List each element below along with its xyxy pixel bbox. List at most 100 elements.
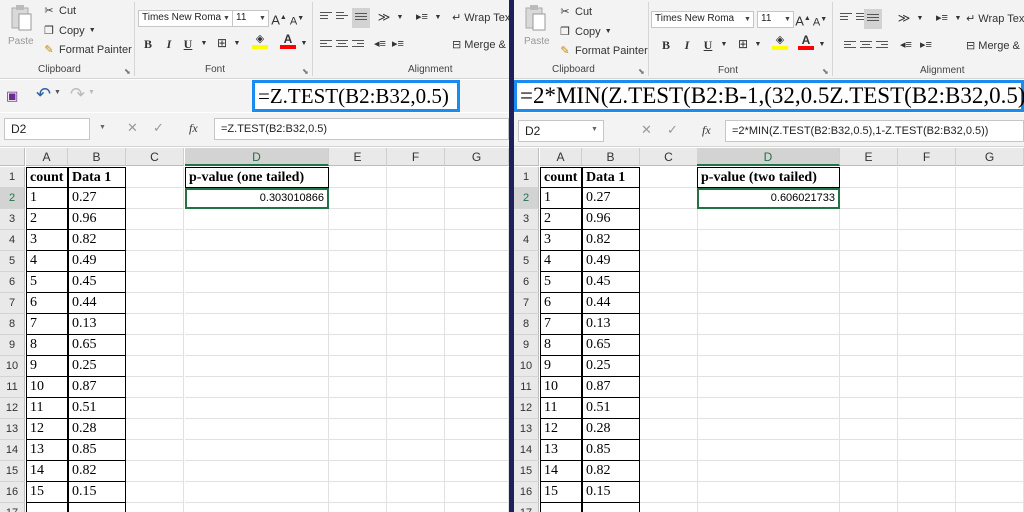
data-cell[interactable]: 0.28 <box>582 419 640 440</box>
data-cell[interactable]: 0.96 <box>68 209 126 230</box>
insert-function-icon[interactable]: fx <box>702 123 711 138</box>
table-cell[interactable] <box>126 335 184 356</box>
table-cell[interactable] <box>840 272 898 293</box>
table-cell[interactable] <box>956 293 1024 314</box>
table-cell[interactable] <box>126 314 184 335</box>
row-header[interactable]: 9 <box>514 335 539 356</box>
align-left-icon[interactable] <box>844 41 856 51</box>
table-cell[interactable] <box>697 377 840 398</box>
table-cell[interactable] <box>387 503 445 512</box>
align-bottom-icon[interactable] <box>864 9 882 29</box>
row-header[interactable]: 7 <box>0 293 25 314</box>
table-cell[interactable] <box>640 419 698 440</box>
save-icon[interactable]: ▣ <box>6 88 18 104</box>
result-cell[interactable]: 0.606021733 <box>697 188 840 209</box>
row-header[interactable]: 4 <box>514 230 539 251</box>
underline-button[interactable]: U <box>700 37 716 53</box>
column-header[interactable]: E <box>329 148 387 166</box>
table-cell[interactable] <box>840 251 898 272</box>
table-cell[interactable] <box>840 356 898 377</box>
column-header[interactable]: B <box>68 148 126 166</box>
row-header[interactable]: 14 <box>514 440 539 461</box>
table-cell[interactable] <box>697 356 840 377</box>
table-cell[interactable] <box>185 356 329 377</box>
table-cell[interactable] <box>185 251 329 272</box>
table-cell[interactable] <box>387 377 445 398</box>
data-cell[interactable]: 0.28 <box>68 419 126 440</box>
table-cell[interactable] <box>840 398 898 419</box>
count-cell[interactable]: 2 <box>540 209 582 230</box>
table-cell[interactable] <box>697 251 840 272</box>
merge-center-button[interactable]: ⊟ Merge & <box>966 39 1020 52</box>
table-cell[interactable] <box>185 398 329 419</box>
table-cell[interactable] <box>840 482 898 503</box>
formula-input[interactable]: =Z.TEST(B2:B32,0.5) <box>214 118 509 140</box>
increase-indent-icon[interactable]: ▸≡ <box>918 37 934 53</box>
table-cell[interactable] <box>898 503 956 512</box>
table-cell[interactable] <box>898 419 956 440</box>
table-cell[interactable] <box>126 398 184 419</box>
table-cell[interactable] <box>445 209 509 230</box>
table-cell[interactable] <box>445 272 509 293</box>
chevron-down-icon[interactable]: ▼ <box>392 10 408 26</box>
table-cell[interactable] <box>329 398 387 419</box>
table-cell[interactable] <box>840 209 898 230</box>
indent-icon[interactable]: ▸≡ <box>414 9 430 25</box>
align-top-icon[interactable] <box>840 13 852 23</box>
data-cell[interactable]: 0.25 <box>68 356 126 377</box>
row-header[interactable]: 12 <box>0 398 25 419</box>
table-cell[interactable] <box>445 482 509 503</box>
table-cell[interactable] <box>126 377 184 398</box>
table-cell[interactable] <box>640 482 698 503</box>
decrease-indent-icon[interactable]: ◂≡ <box>372 36 388 52</box>
column-header[interactable]: A <box>26 148 68 166</box>
table-cell[interactable] <box>640 314 698 335</box>
count-cell[interactable]: 4 <box>26 251 68 272</box>
row-header[interactable]: 8 <box>514 314 539 335</box>
table-cell[interactable] <box>445 230 509 251</box>
indent-icon[interactable]: ▸≡ <box>934 10 950 26</box>
count-cell[interactable]: 1 <box>540 188 582 209</box>
table-cell[interactable] <box>697 230 840 251</box>
count-cell[interactable]: 9 <box>26 356 68 377</box>
paste-icon[interactable] <box>524 4 546 32</box>
data-cell[interactable]: 0.44 <box>68 293 126 314</box>
row-header[interactable]: 16 <box>0 482 25 503</box>
row-header[interactable]: 5 <box>0 251 25 272</box>
table-cell[interactable] <box>956 209 1024 230</box>
data-cell[interactable]: 0.65 <box>68 335 126 356</box>
table-cell[interactable] <box>185 335 329 356</box>
table-cell[interactable] <box>445 251 509 272</box>
paste-button[interactable]: Paste <box>8 36 34 47</box>
table-cell[interactable] <box>956 503 1024 512</box>
table-cell[interactable] <box>898 440 956 461</box>
table-cell[interactable] <box>898 482 956 503</box>
table-cell[interactable] <box>956 188 1024 209</box>
column-header[interactable]: F <box>898 148 956 166</box>
result-cell[interactable]: 0.303010866 <box>185 188 329 209</box>
table-cell[interactable] <box>956 335 1024 356</box>
table-cell[interactable] <box>329 419 387 440</box>
column-header[interactable]: D <box>697 148 840 166</box>
table-cell[interactable] <box>840 188 898 209</box>
italic-button[interactable]: I <box>161 36 177 52</box>
data-cell[interactable]: 0.44 <box>582 293 640 314</box>
table-cell[interactable] <box>387 419 445 440</box>
align-left-icon[interactable] <box>320 40 332 50</box>
bold-button[interactable]: B <box>658 37 674 53</box>
table-cell[interactable] <box>445 188 509 209</box>
table-cell[interactable] <box>640 230 698 251</box>
table-cell[interactable] <box>956 419 1024 440</box>
orientation-icon[interactable]: ≫ <box>896 10 912 26</box>
data-cell[interactable]: 0.82 <box>68 230 126 251</box>
table-cell[interactable] <box>329 251 387 272</box>
row-header[interactable]: 3 <box>0 209 25 230</box>
align-right-icon[interactable] <box>876 41 888 51</box>
table-cell[interactable] <box>640 251 698 272</box>
count-cell[interactable]: 1 <box>26 188 68 209</box>
column-header[interactable]: G <box>956 148 1024 166</box>
count-cell[interactable]: 5 <box>540 272 582 293</box>
row-header[interactable]: 9 <box>0 335 25 356</box>
chevron-down-icon[interactable]: ▼ <box>88 89 95 96</box>
formula-input[interactable]: =2*MIN(Z.TEST(B2:B32,0.5),1-Z.TEST(B2:B3… <box>725 120 1024 142</box>
